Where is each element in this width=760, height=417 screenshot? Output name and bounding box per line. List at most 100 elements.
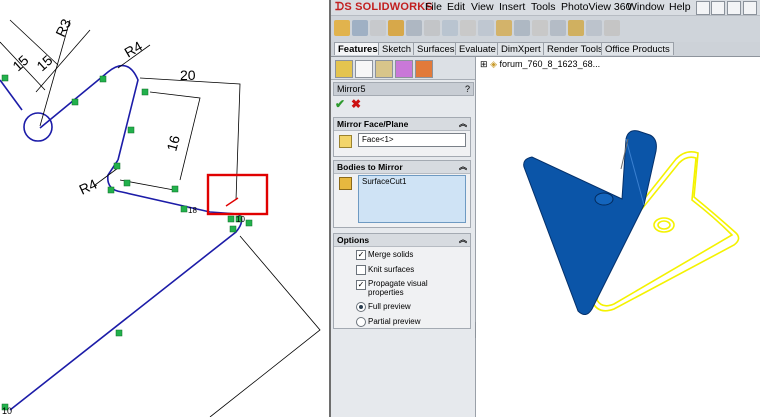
relation-marker [227,215,235,223]
pattern-icon[interactable] [442,20,458,36]
relation-marker [123,179,131,187]
cursor-arrow [225,197,239,207]
ok-cancel-bar: ✔ ✖ [333,97,469,111]
new-doc-icon[interactable] [711,1,725,15]
blue-solid-body[interactable] [523,130,657,315]
graphics-area[interactable]: ⊞ ◈ forum_760_8_1623_68... [476,57,760,417]
sweep-icon[interactable] [370,20,386,36]
extrude-icon[interactable] [334,20,350,36]
tab-office-products[interactable]: Office Products [601,42,674,55]
tab-features[interactable]: Features [334,42,382,55]
relation-marker [127,126,135,134]
curves-icon[interactable] [586,20,602,36]
revolve-icon[interactable] [352,20,368,36]
part-icon: ◈ [490,59,497,69]
knit-surfaces-label: Knit surfaces [368,265,415,274]
tab-sketch[interactable]: Sketch [378,42,416,55]
dim-16[interactable]: 16 [163,133,183,152]
solidworks-logo: ᗪS SOLIDWORKS [335,0,433,15]
ref-geometry-icon[interactable] [568,20,584,36]
property-manager-tab-icon[interactable] [355,60,373,78]
relation-marker [71,98,79,106]
partial-preview-radio[interactable] [356,317,366,327]
face-selection-icon [339,135,352,148]
feature-name: Mirror5 [337,84,366,94]
propagate-visual-label: Propagate visual [368,279,428,288]
save-icon[interactable] [743,1,757,15]
selection-highlight-box [206,173,269,216]
tab-surfaces[interactable]: Surfaces [413,42,459,55]
relation-marker [99,75,107,83]
full-preview-radio[interactable] [356,302,366,312]
cut-icon[interactable] [406,20,422,36]
rib-icon[interactable] [460,20,476,36]
body-selection-icon [339,177,352,190]
draft-icon[interactable] [478,20,494,36]
relation-marker [229,225,237,233]
menu-file[interactable]: File [425,0,442,15]
dim-10[interactable]: 10 [2,406,12,416]
bodies-list[interactable]: SurfaceCut1 [358,175,466,223]
ds-logo-icon: ᗪS [335,1,356,13]
dim-20[interactable]: 20 [180,67,196,83]
menu-view[interactable]: View [471,0,494,15]
collapse-chevron-icon[interactable]: ︽ [459,118,467,130]
part-name: forum_760_8_1623_68... [499,59,601,69]
sketch-canvas: 15 15 R3 R4 20 16 R4 10 18 10 [0,16,321,417]
tab-evaluate[interactable]: Evaluate [455,42,500,55]
pin-icon[interactable] [696,1,710,15]
collapse-chevron-icon[interactable]: ︽ [459,234,467,246]
sketch-view[interactable]: 15 15 R3 R4 20 16 R4 10 18 10 [0,0,331,417]
wrap-icon[interactable] [514,20,530,36]
instant3d-icon[interactable] [604,20,620,36]
tab-render-tools[interactable]: Render Tools [543,42,607,55]
help-icon[interactable]: ? [465,83,470,95]
fillet-icon[interactable] [424,20,440,36]
dim-r4-top[interactable]: R4 [122,38,146,61]
menu-help[interactable]: Help [669,0,691,15]
mirror-face-section: Mirror Face/Plane ︽ Face<1> [333,117,471,157]
sketch-profile-upper [39,64,139,161]
mirror-icon[interactable] [550,20,566,36]
merge-solids-checkbox[interactable]: ✓ [356,250,366,260]
section-title: Bodies to Mirror [337,162,403,172]
title-bar: ᗪS SOLIDWORKS File Edit View Insert Tool… [331,0,760,16]
dome-icon[interactable] [532,20,548,36]
section-header[interactable]: Bodies to Mirror ︽ [334,161,470,174]
command-manager-tabs: Features Sketch Surfaces Evaluate DimXpe… [331,42,760,57]
menu-insert[interactable]: Insert [499,0,525,15]
feature-tree-flyout[interactable]: ⊞ ◈ forum_760_8_1623_68... [480,59,600,70]
dim-15-b[interactable]: 15 [33,52,55,74]
section-title: Options [337,235,370,245]
cancel-x-icon[interactable]: ✖ [351,97,361,111]
relation-marker [107,186,115,194]
mirror-face-field[interactable]: Face<1> [358,133,466,147]
dim-r4-bottom[interactable]: R4 [77,176,100,198]
relation-marker [141,88,149,96]
property-manager: Mirror5 ? ✔ ✖ Mirror Face/Plane ︽ Face<1… [331,57,479,417]
loft-icon[interactable] [388,20,404,36]
section-header[interactable]: Mirror Face/Plane ︽ [334,118,470,131]
expand-plus-icon[interactable]: ⊞ [480,59,488,69]
small-tag-10: 10 [236,215,245,224]
menu-window[interactable]: Window [627,0,664,15]
tab-dimxpert[interactable]: DimXpert [497,42,545,55]
menu-tools[interactable]: Tools [531,0,556,15]
propagate-visual-checkbox[interactable]: ✓ [356,280,366,290]
open-icon[interactable] [727,1,741,15]
merge-solids-label: Merge solids [368,250,414,259]
shell-icon[interactable] [496,20,512,36]
collapse-chevron-icon[interactable]: ︽ [459,161,467,173]
dim-r3[interactable]: R3 [52,16,74,39]
sketch-line [0,79,23,111]
dimxpert-tab-icon[interactable] [395,60,413,78]
menu-edit[interactable]: Edit [447,0,465,15]
ok-check-icon[interactable]: ✔ [335,97,345,111]
section-header[interactable]: Options ︽ [334,234,470,247]
menu-photoview[interactable]: PhotoView 360 [561,0,631,15]
display-tab-icon[interactable] [415,60,433,78]
feature-tree-tab-icon[interactable] [335,60,353,78]
sketch-circle [23,112,53,142]
configuration-tab-icon[interactable] [375,60,393,78]
knit-surfaces-checkbox[interactable] [356,265,366,275]
